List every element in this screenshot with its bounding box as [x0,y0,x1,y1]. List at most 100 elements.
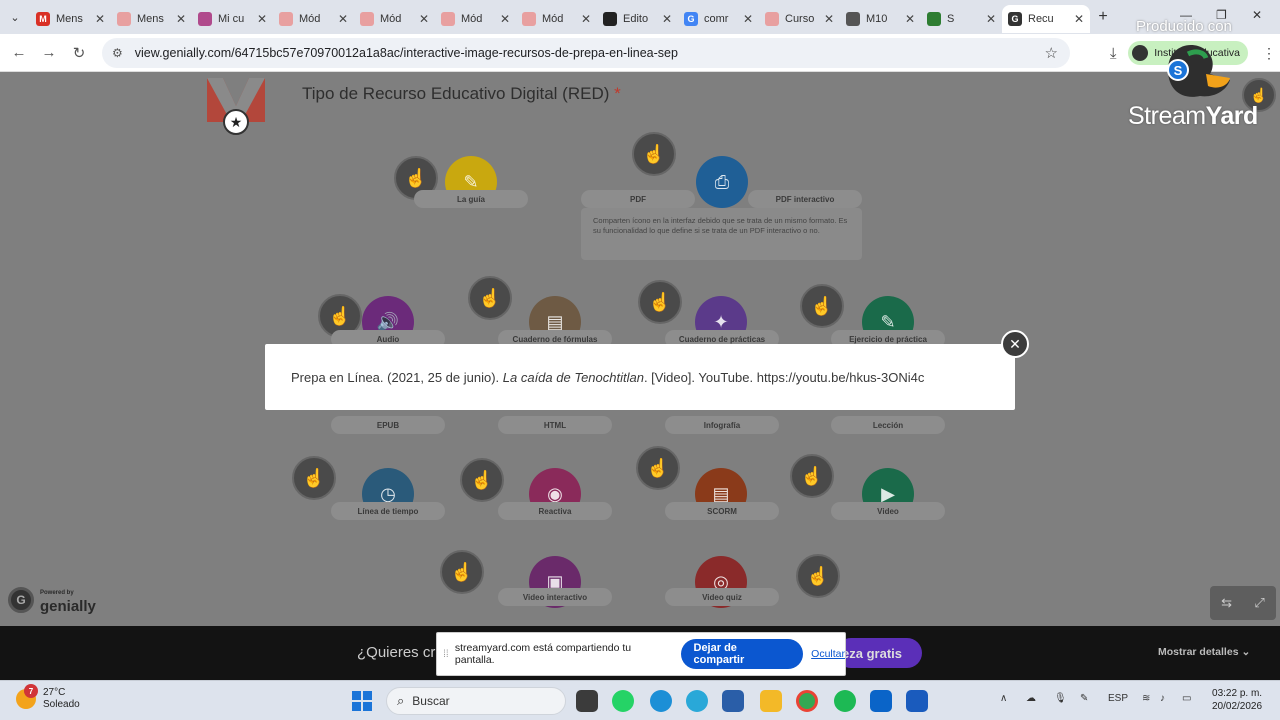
tab-close-icon[interactable]: ✕ [581,12,591,26]
stop-sharing-button[interactable]: Dejar de compartir [680,639,804,669]
tab-favicon-icon [198,12,212,26]
download-icon[interactable]: ⤓ [1098,45,1128,62]
tab-favicon-icon [441,12,455,26]
search-icon: ⌕ [397,693,405,708]
interactive-hand-icon[interactable]: ☝ [632,132,676,176]
start-button[interactable] [352,691,372,711]
pen-icon[interactable]: ✎ [1080,693,1088,704]
interactive-hand-icon[interactable]: ☝ [638,280,682,324]
drag-handle-icon[interactable]: ⁞⁞ [437,649,455,660]
microphone-icon[interactable]: 🎙 [1054,693,1067,704]
browser-tab[interactable]: Mód ✕ [273,5,354,33]
tab-close-icon[interactable]: ✕ [986,12,996,26]
tab-close-icon[interactable]: ✕ [419,12,429,26]
tab-strip: ⌄ M Mens ✕ Mens ✕ Mi cu ✕ Mód ✕ Mód ✕ Mód ✕ Mód ✕ Edito… [0,0,1280,34]
browser-tab[interactable]: M10 ✕ [840,5,921,33]
interactive-hand-icon[interactable]: ☝ [460,458,504,502]
tab-close-icon[interactable]: ✕ [338,12,348,26]
app-icon[interactable] [686,690,708,712]
genially-branding[interactable]: G Powered by genially [8,586,96,614]
tab-close-icon[interactable]: ✕ [905,12,915,26]
battery-icon[interactable]: ▭ [1182,693,1191,704]
tab-close-icon[interactable]: ✕ [824,12,834,26]
resource-label: Video [831,502,945,520]
tab-label: S [947,13,955,25]
interactive-hand-icon[interactable]: ☝ [796,554,840,598]
tab-search-chevron-icon[interactable]: ⌄ [0,0,30,34]
task-view-icon[interactable] [576,690,598,712]
reference-modal: Prepa en Línea. (2021, 25 de junio). La … [265,344,1015,410]
browser-tab[interactable]: Mód ✕ [435,5,516,33]
show-details-link[interactable]: Mostrar detalles ⌄ [1158,646,1250,658]
sun-icon: 7 [16,684,38,709]
banner-cta-button[interactable]: eza gratis [836,638,922,668]
browser-tab[interactable]: Curso ✕ [759,5,840,33]
whatsapp-icon[interactable] [612,690,634,712]
site-info-icon[interactable]: ⚙ [112,46,123,60]
tab-close-icon[interactable]: ✕ [176,12,186,26]
language-indicator[interactable]: ESP [1108,693,1128,704]
wifi-icon[interactable]: ≋ [1142,693,1150,704]
interactive-hand-icon[interactable]: ☝ [468,276,512,320]
browser-tab[interactable]: Mód ✕ [354,5,435,33]
tab-favicon-icon [360,12,374,26]
pdf-info-box: Comparten ícono en la interfaz debido qu… [581,208,862,260]
weather-widget[interactable]: 7 27°C Soleado [16,684,80,711]
tab-close-icon[interactable]: ✕ [662,12,672,26]
tab-close-icon[interactable]: ✕ [95,12,105,26]
prepa-en-linea-logo: ★ [207,78,265,135]
share-icon[interactable]: ⇆ [1221,595,1232,611]
bookmark-star-icon[interactable]: ☆ [1045,44,1058,62]
forward-icon[interactable]: → [34,44,64,61]
hide-link[interactable]: Ocultar [811,648,845,660]
browser-tab[interactable]: Mód ✕ [516,5,597,33]
tab-close-icon[interactable]: ✕ [257,12,267,26]
resource-label: EPUB [331,416,445,434]
volume-icon[interactable]: ♪ [1160,693,1165,704]
interactive-hand-icon[interactable]: ☝ [800,284,844,328]
modal-close-button[interactable]: ✕ [1001,330,1029,358]
browser-tab[interactable]: S ✕ [921,5,1002,33]
clock[interactable]: 03:22 p. m. 20/02/2026 [1212,687,1262,713]
reload-icon[interactable]: ↻ [64,44,94,62]
tab-favicon-icon [522,12,536,26]
browser-tab[interactable]: Gcomr ✕ [678,5,759,33]
browser-tab[interactable]: Mens ✕ [111,5,192,33]
onedrive-icon[interactable]: ☁ [1026,693,1036,704]
tab-favicon-icon [846,12,860,26]
tab-favicon-icon [765,12,779,26]
browser-tab[interactable]: Edito ✕ [597,5,678,33]
file-explorer-icon[interactable] [760,690,782,712]
tab-label: Mi cu [218,13,245,25]
taskbar-search[interactable]: ⌕ Buscar [386,687,566,715]
store-icon[interactable] [722,690,744,712]
outlook-icon[interactable] [870,690,892,712]
browser-tab[interactable]: M Mens ✕ [30,5,111,33]
interactive-hand-icon[interactable]: ☝ [790,454,834,498]
tray-chevron-icon[interactable]: ∧ [1000,693,1007,704]
fullscreen-icon[interactable]: ⤢ [1254,595,1264,611]
tab-label: comr [704,13,729,25]
interactive-hand-icon[interactable]: ☝ [440,550,484,594]
interactive-hand-icon[interactable]: ☝ [636,446,680,490]
streamyard-duck-icon: S [1167,45,1230,97]
tab-favicon-icon: M [36,12,50,26]
tab-close-icon[interactable]: ✕ [500,12,510,26]
tab-label: Mens [137,13,164,25]
word-icon[interactable] [906,690,928,712]
tab-close-icon[interactable]: ✕ [743,12,753,26]
browser-tab[interactable]: Mi cu ✕ [192,5,273,33]
tab-close-icon[interactable]: ✕ [1074,12,1084,26]
chrome-icon[interactable] [796,690,818,712]
browser-tab[interactable]: G Recu ✕ [1002,5,1090,33]
new-tab-button[interactable]: + [1090,8,1116,26]
interactive-hand-icon[interactable]: ☝ [292,456,336,500]
spotify-icon[interactable] [834,690,856,712]
tab-label: Mód [542,13,564,25]
resource-label: Lección [831,416,945,434]
tab-label: M10 [866,13,888,25]
banner-question: ¿Quieres cr [357,644,436,661]
back-icon[interactable]: ← [4,44,34,61]
edge-icon[interactable] [650,690,672,712]
address-bar[interactable]: ⚙ view.genially.com/64715bc57e70970012a1… [102,38,1070,68]
